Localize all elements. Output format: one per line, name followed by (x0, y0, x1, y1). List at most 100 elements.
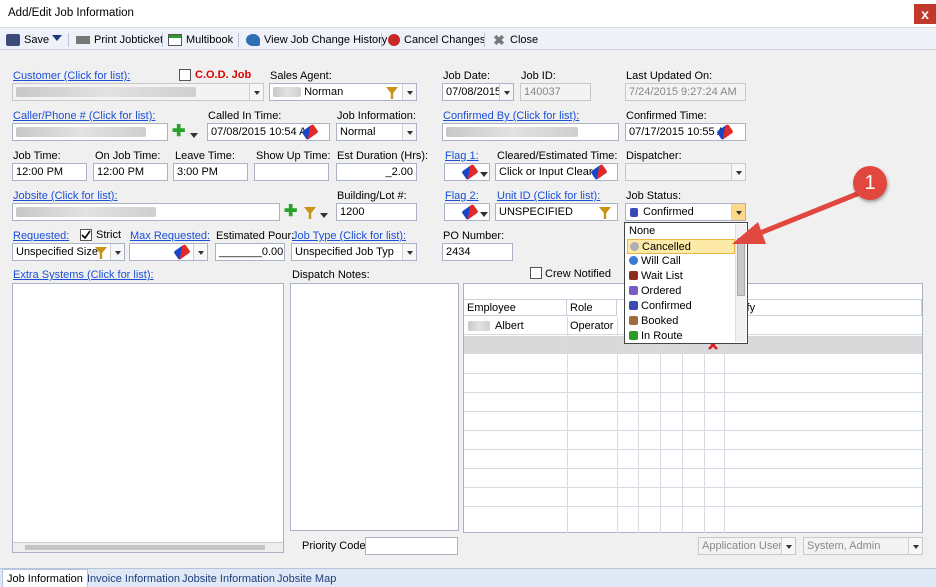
cancel-changes-button[interactable]: Cancel Changes (388, 32, 485, 48)
job-type-link[interactable]: Job Type (Click for list): (292, 230, 406, 242)
leave-time-field[interactable]: 3:00 PM (173, 163, 248, 181)
add-caller-plus-icon[interactable]: ✚ (172, 124, 185, 140)
horizontal-scrollbar[interactable] (13, 542, 283, 552)
multibook-button[interactable]: Multibook (168, 32, 233, 48)
application-user-select[interactable]: Application User (698, 537, 796, 555)
job-type-select[interactable]: Unspecified Job Typ (291, 243, 417, 261)
app-user-value: Application User (702, 540, 783, 552)
chevron-down-icon[interactable] (402, 84, 416, 100)
caller-field[interactable] (12, 123, 168, 141)
chevron-down-icon[interactable] (110, 244, 124, 260)
chevron-down-icon[interactable] (908, 538, 922, 554)
status-option-will-call[interactable]: Will Call (627, 254, 735, 269)
crew-notified-checkbox[interactable] (530, 267, 542, 279)
building-field[interactable]: 1200 (336, 203, 417, 221)
jobsite-link[interactable]: Jobsite (Click for list): (13, 190, 118, 202)
chevron-down-icon[interactable] (731, 204, 745, 220)
job-date-field[interactable]: 07/08/2015 (442, 83, 514, 101)
save-button[interactable]: Save (6, 32, 49, 48)
filter-icon[interactable] (599, 207, 611, 219)
chevron-down-icon[interactable] (731, 164, 745, 180)
max-requested-link[interactable]: Max Requested: (130, 230, 210, 242)
requested-link[interactable]: Requested: (13, 230, 69, 242)
customer-select[interactable] (12, 83, 264, 101)
confirmed-by-field[interactable] (442, 123, 619, 141)
job-status-dropdown-list[interactable]: None Cancelled Will Call Wait List Order… (624, 222, 748, 344)
flag2-link[interactable]: Flag 2: (445, 190, 479, 202)
customer-link[interactable]: Customer (Click for list): (13, 70, 130, 82)
priority-field[interactable] (365, 537, 458, 555)
tab-jobsite-map[interactable]: Jobsite Map (273, 571, 340, 587)
employee-column-header[interactable]: Employee (464, 300, 567, 316)
chevron-down-icon[interactable] (402, 244, 416, 260)
chevron-down-icon[interactable] (480, 169, 488, 181)
sales-agent-select[interactable]: Norman (269, 83, 417, 101)
on-job-time-field[interactable]: 12:00 PM (93, 163, 168, 181)
caller-link[interactable]: Caller/Phone # (Click for list): (13, 110, 155, 122)
est-duration-field[interactable]: _2.00 (336, 163, 417, 181)
filter-icon[interactable] (304, 207, 316, 219)
extra-systems-list[interactable] (12, 283, 284, 553)
strict-checkbox[interactable] (80, 229, 92, 241)
est-duration-value: _2.00 (385, 166, 413, 178)
unit-id-link[interactable]: Unit ID (Click for list): (497, 190, 600, 202)
pen-icon[interactable] (461, 204, 479, 220)
print-jobticket-button[interactable]: Print Jobticket (76, 32, 163, 48)
chevron-down-icon[interactable] (480, 209, 488, 221)
close-window-button[interactable]: x (914, 4, 936, 24)
dispatcher-select[interactable] (625, 163, 746, 181)
dropdown-scrollbar[interactable] (735, 224, 746, 342)
dispatch-notes-textarea[interactable] (290, 283, 459, 531)
job-time-field[interactable]: 12:00 PM (12, 163, 87, 181)
job-status-select[interactable]: Confirmed (625, 203, 746, 221)
status-option-booked[interactable]: Booked (627, 314, 735, 329)
tab-invoice-information[interactable]: Invoice Information (83, 571, 184, 587)
requested-select[interactable]: Unspecified Size (12, 243, 125, 261)
notify-column-header[interactable]: Notify (724, 300, 922, 316)
chevron-down-icon[interactable] (320, 210, 328, 222)
status-option-none[interactable]: None (627, 224, 735, 239)
chevron-down-icon[interactable] (190, 130, 198, 142)
job-time-label: Job Time: (13, 150, 61, 162)
po-number-field[interactable]: 2434 (442, 243, 513, 261)
save-dropdown-arrow[interactable] (51, 32, 63, 48)
flag1-link[interactable]: Flag 1: (445, 150, 479, 162)
cod-checkbox[interactable] (179, 69, 191, 81)
chevron-down-icon[interactable] (781, 538, 795, 554)
close-button[interactable]: ✖ Close (492, 32, 538, 48)
pen-icon[interactable] (173, 244, 191, 260)
pen-icon[interactable] (461, 164, 479, 180)
status-option-in-route[interactable]: In Route (627, 329, 735, 343)
system-admin-select[interactable]: System, Admin (803, 537, 923, 555)
tab-jobsite-information[interactable]: Jobsite Information (178, 571, 279, 587)
max-requested-select[interactable] (129, 243, 208, 261)
chevron-down-icon[interactable] (193, 244, 207, 260)
show-up-time-field[interactable] (254, 163, 329, 181)
jobsite-field[interactable] (12, 203, 280, 221)
status-option-cancelled[interactable]: Cancelled (627, 239, 735, 254)
role-column-header[interactable]: Role (567, 300, 617, 316)
estimated-pour-field[interactable]: _______0.00 (215, 243, 285, 261)
cancelled-icon (630, 242, 639, 251)
sales-agent-value: Norman (304, 86, 344, 98)
add-jobsite-plus-icon[interactable]: ✚ (284, 204, 297, 220)
unit-id-select[interactable]: UNSPECIFIED (495, 203, 618, 221)
status-option-ordered[interactable]: Ordered (627, 284, 735, 299)
tab-job-information[interactable]: Job Information (2, 569, 88, 587)
extra-systems-link[interactable]: Extra Systems (Click for list): (13, 269, 154, 281)
scrollbar-thumb[interactable] (25, 545, 265, 550)
job-info-select[interactable]: Normal (336, 123, 417, 141)
status-option-wait-list[interactable]: Wait List (627, 269, 735, 284)
print-label: Print Jobticket (94, 34, 164, 46)
view-history-button[interactable]: View Job Change History (246, 32, 387, 48)
status-option-confirmed[interactable]: Confirmed (627, 299, 735, 314)
show-up-time-label: Show Up Time: (256, 150, 331, 162)
grid-line (617, 317, 618, 533)
chevron-down-icon[interactable] (402, 124, 416, 140)
chevron-down-icon[interactable] (249, 84, 263, 100)
chevron-down-icon[interactable] (499, 84, 513, 100)
scrollbar-thumb[interactable] (737, 238, 745, 296)
est-duration-label: Est Duration (Hrs): (337, 150, 429, 162)
filter-icon[interactable] (386, 87, 398, 99)
confirmed-by-link[interactable]: Confirmed By (Click for list): (443, 110, 579, 122)
